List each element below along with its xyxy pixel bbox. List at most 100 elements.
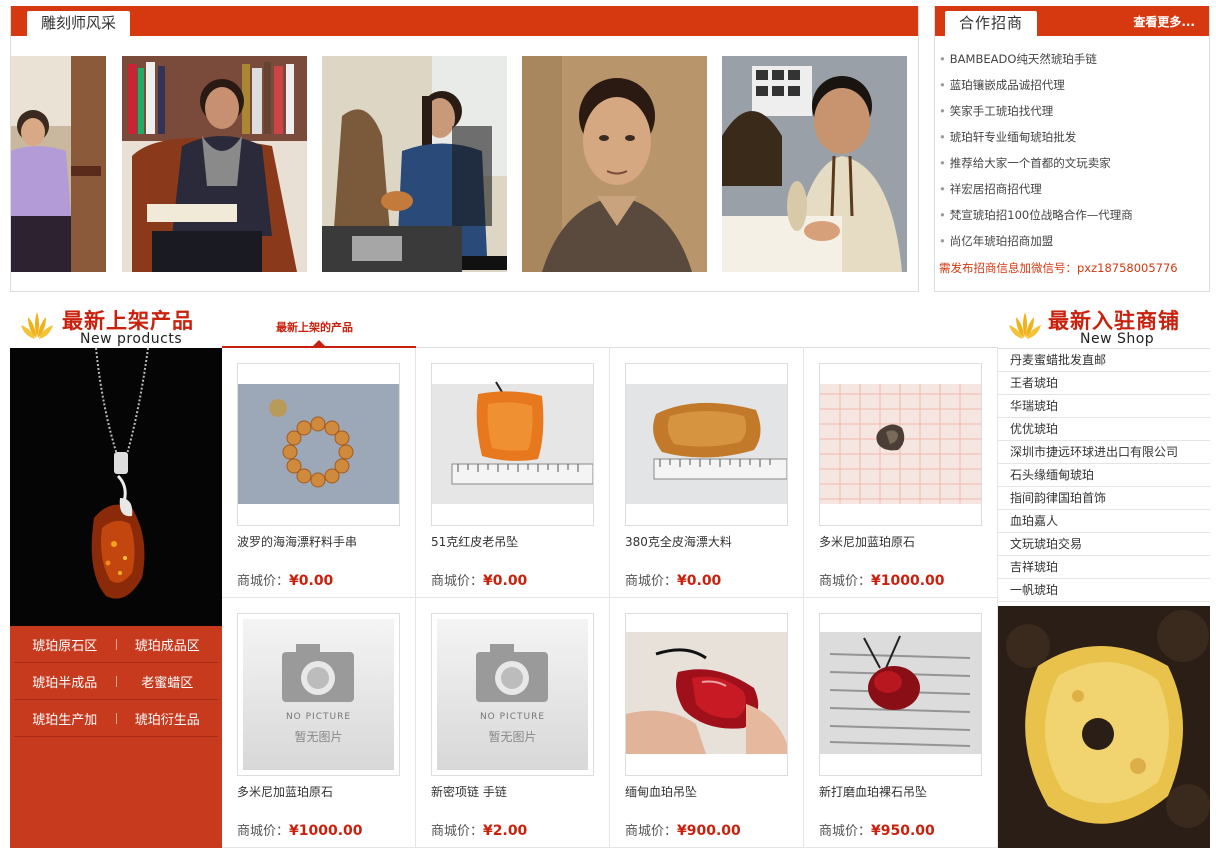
new-shops-list: 丹麦蜜蜡批发直邮 王者琥珀 华瑞琥珀 优优琥珀 深圳市捷远环球进出口有限公司 石… bbox=[998, 348, 1210, 602]
product-thumbnail[interactable] bbox=[431, 363, 594, 526]
product-thumbnail[interactable] bbox=[625, 363, 788, 526]
recruit-item[interactable]: BAMBEADO纯天然琥珀手链 bbox=[939, 48, 1205, 74]
recruit-item[interactable]: 推荐给大家一个首都的文玩卖家 bbox=[939, 152, 1205, 178]
shop-feature-image[interactable] bbox=[998, 606, 1210, 848]
carvers-photo-strip bbox=[11, 56, 918, 272]
product-name[interactable]: 缅甸血珀吊坠 bbox=[625, 783, 697, 800]
recruit-item[interactable]: 琥珀轩专业缅甸琥珀批发 bbox=[939, 126, 1205, 152]
no-picture-icon bbox=[437, 619, 588, 770]
tab-new-products[interactable]: 最新上架的产品 bbox=[276, 319, 353, 335]
carver-photo[interactable] bbox=[122, 56, 307, 272]
recruit-item[interactable]: 蓝珀镶嵌成品诚招代理 bbox=[939, 74, 1205, 100]
category-link[interactable]: 老蜜蜡区 bbox=[117, 672, 219, 691]
price-value: ¥2.00 bbox=[483, 823, 528, 839]
product-card: 多米尼加蓝珀原石 商城价：¥1000.00 bbox=[804, 348, 998, 598]
recruit-panel: 合作招商 查看更多... BAMBEADO纯天然琥珀手链 蓝珀镶嵌成品诚招代理 … bbox=[934, 6, 1210, 292]
recruit-title: 合作招商 bbox=[945, 11, 1038, 36]
price-label: 商城价： bbox=[625, 574, 678, 589]
product-name[interactable]: 新打磨血珀裸石吊坠 bbox=[819, 783, 927, 800]
category-link[interactable]: 琥珀生产加 bbox=[14, 709, 116, 728]
shop-item[interactable]: 文玩琥珀交易 bbox=[998, 533, 1210, 556]
recruit-item[interactable]: 尚亿年琥珀招商加盟 bbox=[939, 230, 1205, 256]
recruit-item[interactable]: 梵宣琥珀招100位战略合作—代理商 bbox=[939, 204, 1205, 230]
product-price: 商城价：¥1000.00 bbox=[237, 820, 363, 839]
recruit-header-bar: 合作招商 查看更多... bbox=[935, 6, 1209, 36]
carver-photo[interactable] bbox=[722, 56, 907, 272]
category-row: 琥珀生产加 琥珀衍生品 bbox=[14, 700, 218, 737]
shop-item[interactable]: 指间韵律国珀首饰 bbox=[998, 487, 1210, 510]
product-card: NO PICTURE 暂无图片 多米尼加蓝珀原石 商城价：¥1000.00 bbox=[222, 598, 416, 848]
price-label: 商城价： bbox=[819, 574, 872, 589]
category-row: 琥珀半成品 老蜜蜡区 bbox=[14, 663, 218, 700]
recruit-item[interactable]: 笑家手工琥珀找代理 bbox=[939, 100, 1205, 126]
no-picture-label: NO PICTURE bbox=[285, 712, 352, 722]
product-name[interactable]: 新密项链 手链 bbox=[431, 783, 507, 800]
recruit-list: BAMBEADO纯天然琥珀手链 蓝珀镶嵌成品诚招代理 笑家手工琥珀找代理 琥珀轩… bbox=[939, 48, 1205, 256]
featured-pendant-image[interactable] bbox=[10, 348, 222, 626]
no-picture-label-cn: 暂无图片 bbox=[294, 730, 343, 744]
shop-item[interactable]: 一帆琥珀 bbox=[998, 579, 1210, 602]
shop-item[interactable]: 优优琥珀 bbox=[998, 418, 1210, 441]
no-picture-label-cn: 暂无图片 bbox=[488, 730, 537, 744]
shop-item[interactable]: 华瑞琥珀 bbox=[998, 395, 1210, 418]
shop-item[interactable]: 王者琥珀 bbox=[998, 372, 1210, 395]
wechat-note: 需发布招商信息加微信号：pxz18758005776 bbox=[939, 261, 1178, 275]
shop-item[interactable]: 丹麦蜜蜡批发直邮 bbox=[998, 349, 1210, 372]
product-card: NO PICTURE 暂无图片 新密项链 手链 商城价：¥2.00 bbox=[416, 598, 610, 848]
shop-item[interactable]: 深圳市捷远环球进出口有限公司 bbox=[998, 441, 1210, 464]
new-shops-header: 最新入驻商铺 New Shop bbox=[1006, 302, 1210, 348]
price-value: ¥1000.00 bbox=[289, 823, 363, 839]
product-thumbnail[interactable] bbox=[237, 363, 400, 526]
recruit-item[interactable]: 祥宏居招商招代理 bbox=[939, 178, 1205, 204]
price-value: ¥0.00 bbox=[289, 573, 334, 589]
product-name[interactable]: 波罗的海海漂籽料手串 bbox=[237, 533, 357, 550]
price-value: ¥950.00 bbox=[871, 823, 935, 839]
price-label: 商城价： bbox=[625, 824, 678, 839]
product-card: 新打磨血珀裸石吊坠 商城价：¥950.00 bbox=[804, 598, 998, 848]
product-price: 商城价：¥1000.00 bbox=[819, 570, 945, 589]
product-card: 51克红皮老吊坠 商城价：¥0.00 bbox=[416, 348, 610, 598]
shop-item[interactable]: 吉祥琥珀 bbox=[998, 556, 1210, 579]
category-row: 琥珀原石区 琥珀成品区 bbox=[14, 626, 218, 663]
product-thumbnail[interactable] bbox=[819, 613, 982, 776]
product-price: 商城价：¥2.00 bbox=[431, 820, 527, 839]
product-price: 商城价：¥0.00 bbox=[237, 570, 333, 589]
price-label: 商城价： bbox=[237, 824, 290, 839]
carver-photo[interactable] bbox=[522, 56, 707, 272]
carver-photo[interactable] bbox=[322, 56, 507, 272]
lotus-icon bbox=[1009, 312, 1041, 339]
product-price: 商城价：¥900.00 bbox=[625, 820, 741, 839]
shop-item[interactable]: 石头缘缅甸琥珀 bbox=[998, 464, 1210, 487]
shop-item[interactable]: 血珀嘉人 bbox=[998, 510, 1210, 533]
product-thumbnail[interactable] bbox=[819, 363, 982, 526]
no-picture-icon bbox=[243, 619, 394, 770]
carvers-title: 雕刻师风采 bbox=[27, 11, 131, 36]
view-more-link[interactable]: 查看更多... bbox=[1133, 13, 1195, 30]
product-price: 商城价：¥0.00 bbox=[431, 570, 527, 589]
product-card: 缅甸血珀吊坠 商城价：¥900.00 bbox=[610, 598, 804, 848]
carver-photo[interactable] bbox=[11, 56, 106, 272]
category-link[interactable]: 琥珀衍生品 bbox=[117, 709, 219, 728]
product-name[interactable]: 380克全皮海漂大料 bbox=[625, 533, 732, 550]
price-value: ¥0.00 bbox=[483, 573, 528, 589]
carvers-panel: 雕刻师风采 bbox=[10, 6, 919, 292]
category-column: 琥珀原石区 琥珀成品区 琥珀半成品 老蜜蜡区 琥珀生产加 琥珀衍生品 bbox=[10, 348, 222, 848]
category-link[interactable]: 琥珀半成品 bbox=[14, 672, 116, 691]
product-price: 商城价：¥0.00 bbox=[625, 570, 721, 589]
price-value: ¥0.00 bbox=[677, 573, 722, 589]
new-products-header: 最新上架产品 New products bbox=[18, 302, 228, 348]
product-card: 380克全皮海漂大料 商城价：¥0.00 bbox=[610, 348, 804, 598]
new-shops-subtitle: New Shop bbox=[1080, 331, 1155, 347]
product-grid: 波罗的海海漂籽料手串 商城价：¥0.00 51克红皮老吊坠 商城价：¥0.00 … bbox=[222, 348, 998, 848]
product-thumbnail[interactable] bbox=[625, 613, 788, 776]
new-products-subtitle: New products bbox=[80, 331, 183, 347]
category-link[interactable]: 琥珀成品区 bbox=[117, 635, 219, 654]
price-label: 商城价： bbox=[237, 574, 290, 589]
product-name[interactable]: 51克红皮老吊坠 bbox=[431, 533, 518, 550]
product-name[interactable]: 多米尼加蓝珀原石 bbox=[237, 783, 333, 800]
product-thumbnail[interactable]: NO PICTURE 暂无图片 bbox=[237, 613, 400, 776]
product-name[interactable]: 多米尼加蓝珀原石 bbox=[819, 533, 915, 550]
product-thumbnail[interactable]: NO PICTURE 暂无图片 bbox=[431, 613, 594, 776]
category-link[interactable]: 琥珀原石区 bbox=[14, 635, 116, 654]
lotus-icon bbox=[21, 312, 53, 339]
